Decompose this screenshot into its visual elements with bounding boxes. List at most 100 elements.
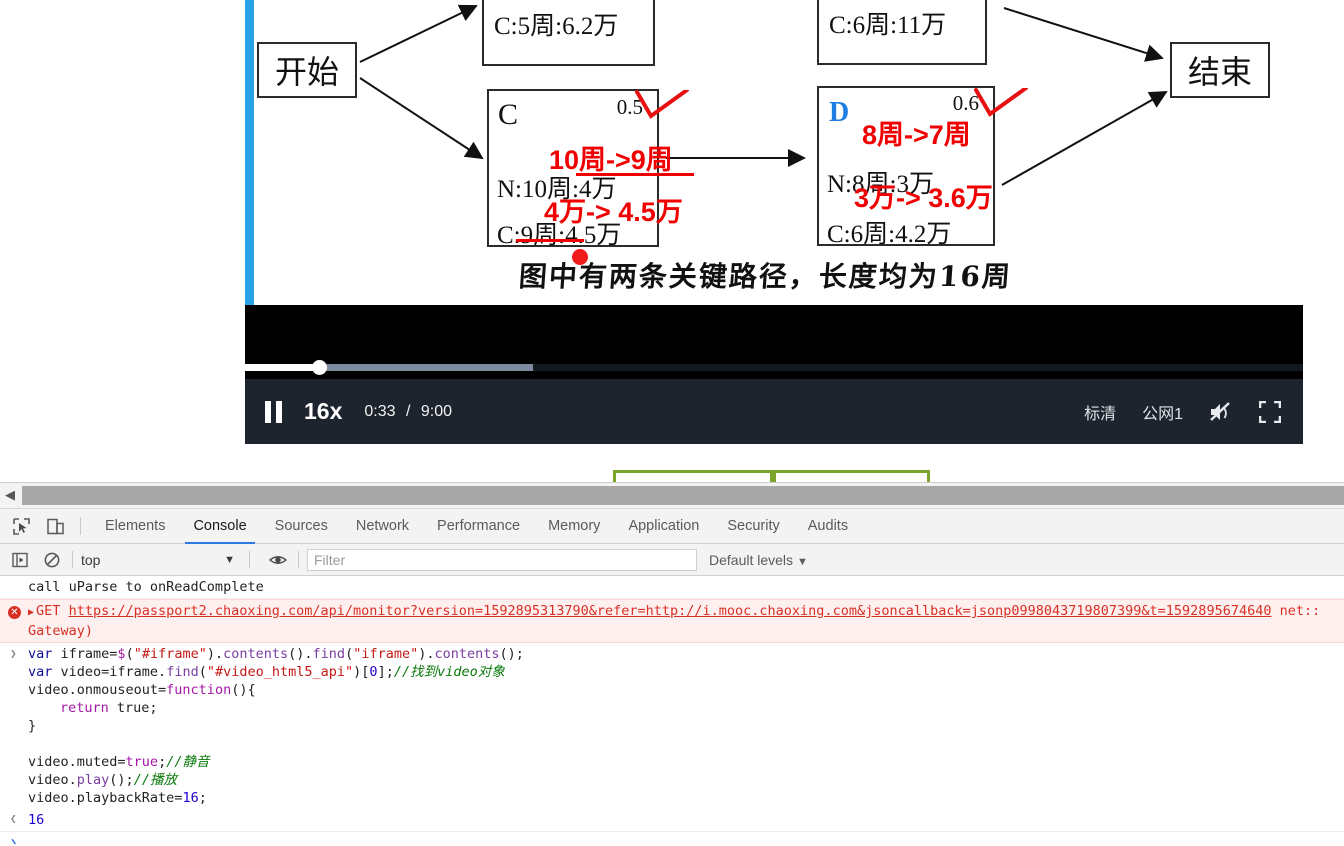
code-line-blank [28,735,1344,753]
code-string-2: "iframe" [353,646,418,662]
code-semi-2: (); [109,772,133,788]
code-line-8: video.playbackRate=16; [28,789,1344,807]
collapse-arrow-icon[interactable]: ◀ [5,487,15,503]
console-sidebar-icon[interactable] [8,548,32,572]
tab-memory[interactable]: Memory [534,509,614,544]
device-toolbar-icon[interactable] [42,513,68,539]
control-bar-left-group: 16x 0:33 / 9:00 [265,379,452,444]
node-d-duration-annotation: 8周->7周 [862,113,971,152]
error-badge-icon: ✕ [8,606,21,619]
tab-security[interactable]: Security [713,509,793,544]
code-line-2: var video=iframe.find("#video_html5_api"… [28,663,1344,681]
code-bracket: )[ [353,664,369,680]
node-d-cost-annotation: 3万-> 3.6万 [854,176,993,215]
playback-speed-label[interactable]: 16x [304,398,342,425]
code-dot-1: ). [207,646,223,662]
tab-application[interactable]: Application [614,509,713,544]
code-end-2: ]; [378,664,394,680]
live-expression-icon[interactable] [266,548,290,572]
quality-selector[interactable]: 标清 [1084,400,1116,424]
node-top-right-line-c: C:6周:11万 [829,5,946,41]
console-result-row: ❮ 16 [0,809,1344,832]
code-fn-play: play [77,772,110,788]
node-c-duration-underline [576,173,694,176]
error-tail-text: net:: [1280,603,1321,619]
console-output[interactable]: call uParse to onReadComplete ✕ ▶GET htt… [0,576,1344,844]
code-keyword-function: function [166,682,231,698]
devtools-panel: ◀ Elements Console Sources [0,482,1344,846]
tab-console[interactable]: Console [179,509,260,544]
code-comment-1: //找到video对象 [394,664,505,680]
progress-handle[interactable] [312,360,327,375]
code-text-video: video. [28,772,77,788]
node-c-duration-annotation: 10周->9周 [549,138,673,177]
node-start-label: 开始 [275,47,339,93]
pause-button[interactable] [265,401,282,423]
execution-context-select[interactable]: top ▼ [81,552,241,568]
code-fn-find-2: find [166,664,199,680]
slide-caption: 图中有两条关键路径，长度均为16周 [518,255,1014,295]
inspect-element-icon[interactable] [8,513,34,539]
log-levels-caret-icon: ▼ [797,556,808,568]
code-line-7: video.play();//播放 [28,771,1344,789]
node-d-line-c: C:6周:4.2万 [827,214,951,250]
code-line-5: } [28,717,1344,735]
volume-muted-icon[interactable] [1209,401,1233,423]
console-filter-bar: top ▼ Filter Default levels ▼ [0,544,1344,576]
code-brace-open: (){ [231,682,255,698]
console-result-value: 16 [28,812,44,828]
code-comment-mute: //静音 [166,754,209,770]
time-display: 0:33 / 9:00 [364,403,452,421]
filter-input[interactable]: Filter [307,549,697,571]
tab-elements[interactable]: Elements [91,509,179,544]
node-end-label: 结束 [1188,47,1252,93]
log-levels-select[interactable]: Default levels ▼ [709,552,808,568]
node-b-line-n: N:7周:5万 [494,0,601,4]
video-player[interactable]: 开始 N:7周:5万 C:5周:6.2万 C:6周:11万 C 0.5 [245,0,1303,444]
web-page-area: 开始 N:7周:5万 C:5周:6.2万 C:6周:11万 C 0.5 [0,0,1344,487]
clear-console-icon[interactable] [40,548,64,572]
code-number-0: 0 [369,664,377,680]
devtools-drag-handle[interactable]: ◀ [0,483,1344,509]
prompt-arrow-icon: ❯ [10,836,17,844]
code-line-1: var iframe=$("#iframe").contents().find(… [28,645,1344,663]
expand-triangle-icon[interactable]: ▶ [28,607,34,618]
node-c-cost-annotation: 4万-> 4.5万 [544,190,683,229]
node-c-line-c-underline [516,239,584,242]
code-number-16: 16 [182,790,198,806]
code-text-2: video=iframe. [52,664,166,680]
node-c-title: C [498,98,518,132]
code-text-rate: video.playbackRate= [28,790,182,806]
code-brace-close: } [28,718,36,734]
code-jquery: $ [117,646,125,662]
horizontal-scrollbar[interactable] [22,486,1344,505]
code-keyword-return: return [60,700,109,716]
code-keyword-var: var [28,646,52,662]
console-log-message: call uParse to onReadComplete [28,579,264,595]
tab-performance[interactable]: Performance [423,509,534,544]
tab-audits[interactable]: Audits [794,509,862,544]
code-line-4: return true; [28,699,1344,717]
code-keyword-var-2: var [28,664,52,680]
fullscreen-icon[interactable] [1259,401,1281,423]
slide-blue-accent-strip [245,0,254,305]
filterbar-divider-2 [249,551,250,568]
console-prompt-row[interactable]: ❯ [0,832,1344,844]
node-d: D 0.6 N:8周:3万 C:6周:4.2万 [817,86,995,246]
code-paren: ( [126,646,134,662]
toolbar-divider [80,517,81,535]
code-return-value: true; [109,700,158,716]
error-url-link[interactable]: https://passport2.chaoxing.com/api/monit… [69,603,1272,619]
code-paren-3: ( [199,664,207,680]
video-progress-bar[interactable] [245,357,1303,379]
tab-sources[interactable]: Sources [261,509,342,544]
code-keyword-true: true [126,754,159,770]
error-method: GET [36,603,60,619]
node-d-title: D [829,97,849,129]
duration: 9:00 [421,403,452,420]
video-letterbox [245,305,1303,357]
line-selector[interactable]: 公网1 [1142,400,1183,424]
code-dot-3: ). [418,646,434,662]
slide-content: 开始 N:7周:5万 C:5周:6.2万 C:6周:11万 C 0.5 [254,0,1303,302]
tab-network[interactable]: Network [342,509,423,544]
